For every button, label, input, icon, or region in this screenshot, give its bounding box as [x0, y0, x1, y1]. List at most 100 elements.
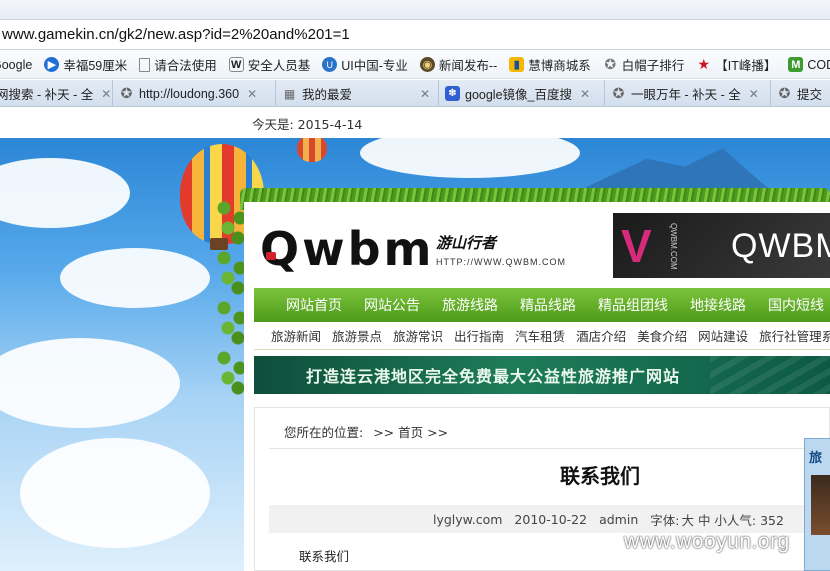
cloud: [20, 438, 210, 548]
subnav-hotels[interactable]: 酒店介绍: [576, 326, 626, 345]
nav-domestic-short[interactable]: 国内短线: [768, 295, 824, 315]
bookmark-label: 白帽子排行: [621, 59, 685, 73]
close-icon[interactable]: ✕: [580, 87, 590, 101]
tab-submit[interactable]: ✪ 提交: [771, 80, 830, 106]
subnav-travel-news[interactable]: 旅游新闻: [271, 326, 321, 345]
address-input[interactable]: www.gamekin.cn/gk2/new.asp?id=2%20and%20…: [0, 26, 350, 43]
globe-icon: ◉: [419, 57, 435, 72]
tab-label: google镜像_百度搜: [465, 88, 572, 102]
meta-views: 人气: 352: [726, 512, 784, 528]
star-outline-icon: ✪: [120, 85, 133, 101]
meta-author: admin: [599, 511, 639, 527]
window-top-strip: [0, 0, 830, 20]
bookmark-label: 请合法使用: [154, 59, 217, 73]
bookmark-ui-china[interactable]: U UI中国-专业: [322, 55, 408, 74]
bookmark-label: 慧博商城系: [528, 59, 591, 73]
side-widget-title: 旅: [809, 451, 823, 466]
bookmark-huibo[interactable]: ▮ 慧博商城系: [509, 55, 591, 74]
floating-side-widget[interactable]: 旅: [804, 438, 830, 571]
breadcrumb: 您所在的位置: >> 首页 >>: [284, 422, 454, 441]
bookmark-security-staff[interactable]: W 安全人员基: [228, 55, 311, 74]
main-nav: 网站首页 网站公告 旅游线路 精品线路 精品组团线 地接线路 国内短线: [254, 288, 830, 322]
sub-nav: 旅游新闻 旅游景点 旅游常识 出行指南 汽车租赁 酒店介绍 美食介绍 网站建设 …: [254, 322, 830, 350]
close-icon[interactable]: ✕: [420, 87, 430, 101]
subnav-attractions[interactable]: 旅游景点: [332, 326, 382, 345]
tab-favorites[interactable]: ▦ 我的最爱 ✕: [276, 80, 439, 106]
subnav-agency-system[interactable]: 旅行社管理系统: [759, 326, 830, 345]
bookmark-label: 新闻发布--: [438, 59, 498, 73]
logo-red-mark: [266, 252, 276, 260]
slogan-text: 打造连云港地区完全免费最大公益性旅游推广网站: [306, 367, 681, 386]
wikipedia-icon: W: [228, 57, 244, 72]
tab-label: 网搜索 - 补天 - 全: [0, 88, 94, 102]
watermark: www.wooyun.org: [624, 530, 790, 553]
bookmark-label: 【IT峰播】: [715, 59, 777, 73]
bookmark-label: UI中国-专业: [341, 59, 408, 73]
bookmark-xingfu[interactable]: ▶ 幸福59厘米: [44, 55, 127, 74]
nav-local-routes[interactable]: 地接线路: [690, 295, 746, 315]
bookmark-label: 安全人员基: [247, 59, 311, 73]
nav-premium-routes[interactable]: 精品线路: [520, 295, 576, 315]
cloud: [0, 338, 180, 428]
nav-home[interactable]: 网站首页: [286, 295, 342, 315]
meta-source: lyglyw.com: [433, 511, 503, 527]
bookmark-google[interactable]: Google: [0, 58, 32, 72]
close-icon[interactable]: ✕: [101, 87, 111, 101]
breadcrumb-label: 您所在的位置:: [284, 425, 364, 440]
site-logo[interactable]: Qwbm: [260, 226, 434, 272]
meta-font-size-links[interactable]: 大 中 小: [681, 510, 726, 529]
bookmark-legal-use[interactable]: 请合法使用: [139, 55, 217, 74]
page-icon: [139, 57, 151, 72]
grid-icon: ▦: [283, 86, 296, 101]
divider: [269, 448, 830, 449]
nav-announcements[interactable]: 网站公告: [364, 295, 420, 315]
bookmark-codec[interactable]: M CODEC: [788, 57, 830, 72]
cloud: [360, 138, 580, 178]
bookmark-it-fengbo[interactable]: ★ 【IT峰播】: [696, 55, 777, 74]
side-widget-image: [811, 475, 830, 535]
banner-v-letter: V: [621, 220, 652, 272]
tab-google-mirror[interactable]: ✽ google镜像_百度搜 ✕: [439, 80, 605, 106]
bookmarks-bar: Google ▶ 幸福59厘米 请合法使用 W 安全人员基 U UI中国-专业 …: [0, 51, 830, 79]
tab-loudong-360[interactable]: ✪ http://loudong.360 ✕: [113, 80, 276, 106]
bookmark-news-publish[interactable]: ◉ 新闻发布--: [419, 55, 498, 74]
baidu-paw-icon: ✽: [445, 86, 460, 101]
mountain-graphic: [580, 148, 770, 190]
close-icon[interactable]: ✕: [749, 87, 759, 101]
huibo-icon: ▮: [509, 57, 525, 72]
tab-yiyan-wannian[interactable]: ✪ 一眼万年 - 补天 - 全 ✕: [605, 80, 771, 106]
slogan-banner: 打造连云港地区完全免费最大公益性旅游推广网站: [254, 356, 830, 394]
bookmark-label: CODEC: [807, 57, 830, 72]
meta-font-label: 字体:: [650, 512, 680, 528]
hot-air-balloon-small: [297, 138, 327, 162]
red-star-icon: ★: [697, 56, 711, 72]
ui-china-icon: U: [322, 57, 338, 72]
star-outline-icon: ✪: [778, 85, 791, 101]
subnav-travel-tips[interactable]: 旅游常识: [393, 326, 443, 345]
tab-label: 我的最爱: [302, 88, 353, 102]
subnav-food[interactable]: 美食介绍: [637, 326, 687, 345]
article-title: 联系我们: [560, 464, 640, 488]
nav-tour-routes[interactable]: 旅游线路: [442, 295, 498, 315]
tab-label: 一眼万年 - 补天 - 全: [631, 88, 741, 102]
tab-search-butian[interactable]: 网搜索 - 补天 - 全 ✕: [0, 80, 113, 106]
codec-icon: M: [788, 57, 804, 72]
breadcrumb-home-link[interactable]: >> 首页 >>: [373, 425, 448, 440]
subnav-web-building[interactable]: 网站建设: [698, 326, 748, 345]
star-outline-icon: ✪: [612, 85, 625, 101]
close-icon[interactable]: ✕: [247, 87, 257, 101]
header-banner[interactable]: V QWBM.COM QWBM: [613, 213, 830, 278]
bookmark-label: 幸福59厘米: [63, 59, 128, 73]
bookmark-label: Google: [0, 57, 33, 72]
subnav-car-rental[interactable]: 汽车租赁: [515, 326, 565, 345]
subnav-travel-guide[interactable]: 出行指南: [454, 326, 504, 345]
bookmark-whitehat-rank[interactable]: ✪ 白帽子排行: [603, 55, 685, 74]
web-content: Qwbm 游山行者 HTTP://WWW.QWBM.COM V QWBM.COM…: [0, 138, 830, 571]
nav-premium-group[interactable]: 精品组团线: [598, 295, 668, 315]
article-body: 联系我们: [299, 549, 350, 564]
play-circle-icon: ▶: [44, 57, 60, 72]
cloud: [0, 158, 130, 228]
today-date: 今天是: 2015-4-14: [252, 116, 363, 132]
address-bar[interactable]: www.gamekin.cn/gk2/new.asp?id=2%20and%20…: [0, 20, 830, 50]
meta-date: 2010-10-22: [514, 511, 588, 527]
